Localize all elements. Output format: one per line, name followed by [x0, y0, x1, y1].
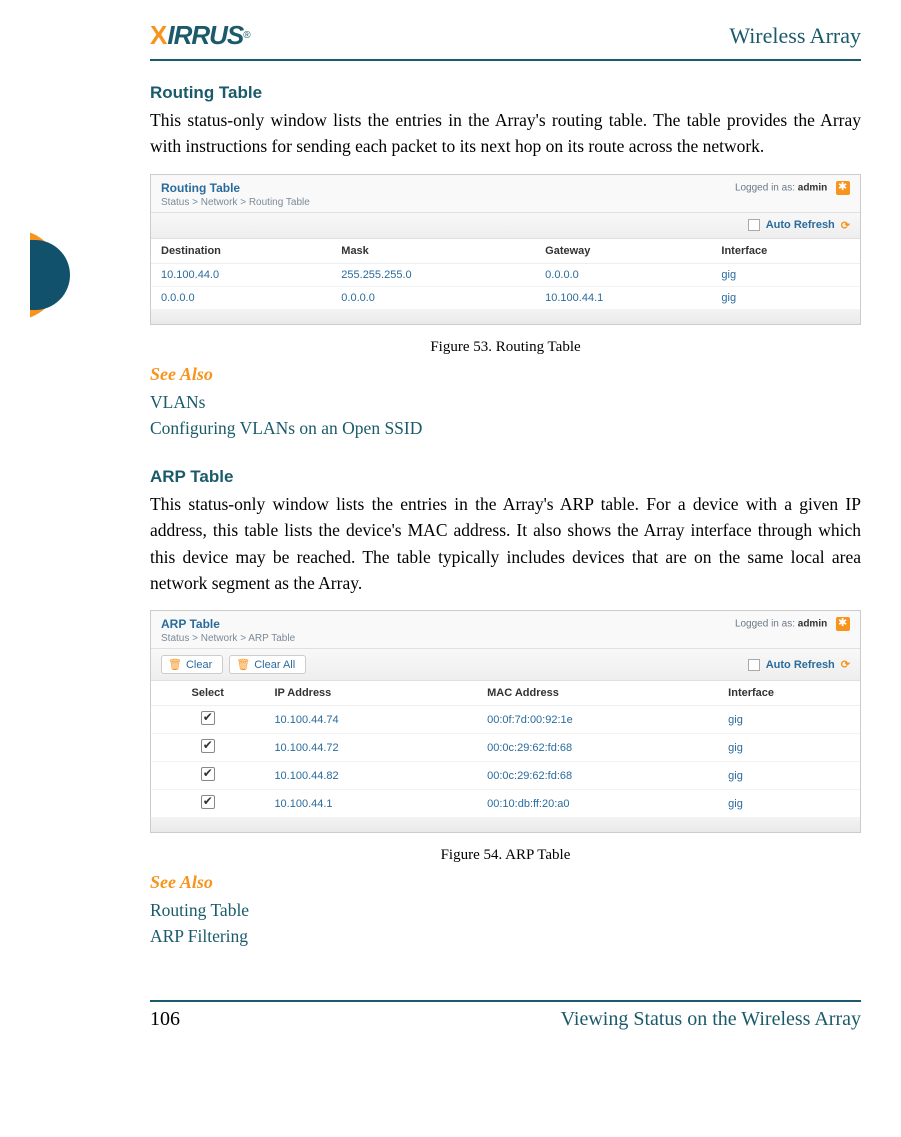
- link-config-vlans-open-ssid[interactable]: Configuring VLANs on an Open SSID: [150, 415, 861, 441]
- cell-ip: 10.100.44.72: [264, 734, 477, 762]
- refresh-icon[interactable]: ⟳: [841, 658, 850, 671]
- cell-mac: 00:0c:29:62:fd:68: [477, 734, 718, 762]
- cell-interface: gig: [718, 706, 860, 734]
- see-also-heading-1: See Also: [150, 364, 861, 385]
- col-interface: Interface: [718, 681, 860, 706]
- col-ip: IP Address: [264, 681, 477, 706]
- gear-icon[interactable]: [836, 181, 850, 195]
- arp-shot-title: ARP Table: [161, 617, 295, 631]
- table-row: 10.100.44.82 00:0c:29:62:fd:68 gig: [151, 762, 860, 790]
- auto-refresh-label[interactable]: Auto Refresh: [766, 219, 835, 231]
- login-user: admin: [798, 619, 827, 630]
- trash-icon: 🗑: [236, 658, 250, 671]
- auto-refresh-checkbox[interactable]: [748, 219, 760, 231]
- refresh-icon[interactable]: ⟳: [841, 219, 850, 232]
- table-row: 10.100.44.74 00:0f:7d:00:92:1e gig: [151, 706, 860, 734]
- cell-gateway: 0.0.0.0: [535, 263, 711, 286]
- row-select-checkbox[interactable]: [201, 795, 215, 809]
- arp-login-status: Logged in as: admin: [735, 617, 850, 631]
- clear-all-label: Clear All: [254, 659, 295, 671]
- cell-dest: 10.100.44.0: [151, 263, 331, 286]
- page-number: 106: [150, 1008, 180, 1031]
- auto-refresh-label[interactable]: Auto Refresh: [766, 659, 835, 671]
- chapter-title: Viewing Status on the Wireless Array: [561, 1008, 861, 1031]
- col-interface: Interface: [711, 239, 860, 264]
- cell-ip: 10.100.44.82: [264, 762, 477, 790]
- clear-all-button[interactable]: 🗑 Clear All: [229, 655, 306, 674]
- figure-53-caption: Figure 53. Routing Table: [150, 339, 861, 356]
- col-mac: MAC Address: [477, 681, 718, 706]
- cell-mask: 0.0.0.0: [331, 286, 535, 309]
- row-select-checkbox[interactable]: [201, 767, 215, 781]
- arp-table-paragraph: This status-only window lists the entrie…: [150, 491, 861, 596]
- table-row: 10.100.44.72 00:0c:29:62:fd:68 gig: [151, 734, 860, 762]
- link-arp-filtering[interactable]: ARP Filtering: [150, 923, 861, 949]
- cell-interface: gig: [718, 762, 860, 790]
- gear-icon[interactable]: [836, 617, 850, 631]
- cell-ip: 10.100.44.1: [264, 790, 477, 818]
- cell-ip: 10.100.44.74: [264, 706, 477, 734]
- see-also-heading-2: See Also: [150, 872, 861, 893]
- page-footer: 106 Viewing Status on the Wireless Array: [150, 1000, 861, 1031]
- routing-shot-title: Routing Table: [161, 181, 310, 195]
- col-select: Select: [151, 681, 264, 706]
- clear-label: Clear: [186, 659, 212, 671]
- figure-54-caption: Figure 54. ARP Table: [150, 847, 861, 864]
- cell-dest: 0.0.0.0: [151, 286, 331, 309]
- login-user: admin: [798, 182, 827, 193]
- arp-shot-breadcrumb: Status > Network > ARP Table: [161, 633, 295, 644]
- login-prefix: Logged in as:: [735, 619, 798, 630]
- row-select-checkbox[interactable]: [201, 711, 215, 725]
- arp-data-table: Select IP Address MAC Address Interface …: [151, 681, 860, 818]
- col-gateway: Gateway: [535, 239, 711, 264]
- login-prefix: Logged in as:: [735, 182, 798, 193]
- cell-mac: 00:0f:7d:00:92:1e: [477, 706, 718, 734]
- cell-interface: gig: [718, 734, 860, 762]
- row-select-checkbox[interactable]: [201, 739, 215, 753]
- clear-button[interactable]: 🗑 Clear: [161, 655, 223, 674]
- arp-table-heading: ARP Table: [150, 467, 861, 487]
- product-name: Wireless Array: [729, 23, 861, 49]
- cell-gateway: 10.100.44.1: [535, 286, 711, 309]
- xirrus-logo: XIRRUS®: [150, 20, 250, 51]
- link-vlans[interactable]: VLANs: [150, 389, 861, 415]
- cell-mac: 00:0c:29:62:fd:68: [477, 762, 718, 790]
- link-routing-table[interactable]: Routing Table: [150, 897, 861, 923]
- routing-data-table: Destination Mask Gateway Interface 10.10…: [151, 239, 860, 310]
- page-side-tab: [0, 230, 60, 320]
- page-header: XIRRUS® Wireless Array: [150, 20, 861, 61]
- table-row: 10.100.44.0 255.255.255.0 0.0.0.0 gig: [151, 263, 860, 286]
- cell-interface: gig: [711, 286, 860, 309]
- routing-table-screenshot: Routing Table Status > Network > Routing…: [150, 174, 861, 325]
- cell-interface: gig: [718, 790, 860, 818]
- auto-refresh-checkbox[interactable]: [748, 659, 760, 671]
- routing-login-status: Logged in as: admin: [735, 181, 850, 195]
- table-row: 10.100.44.1 00:10:db:ff:20:a0 gig: [151, 790, 860, 818]
- arp-table-screenshot: ARP Table Status > Network > ARP Table L…: [150, 610, 861, 833]
- table-row: 0.0.0.0 0.0.0.0 10.100.44.1 gig: [151, 286, 860, 309]
- cell-mask: 255.255.255.0: [331, 263, 535, 286]
- cell-interface: gig: [711, 263, 860, 286]
- routing-shot-breadcrumb: Status > Network > Routing Table: [161, 197, 310, 208]
- cell-mac: 00:10:db:ff:20:a0: [477, 790, 718, 818]
- routing-table-paragraph: This status-only window lists the entrie…: [150, 107, 861, 160]
- col-mask: Mask: [331, 239, 535, 264]
- routing-table-heading: Routing Table: [150, 83, 861, 103]
- trash-icon: 🗑: [168, 658, 182, 671]
- col-destination: Destination: [151, 239, 331, 264]
